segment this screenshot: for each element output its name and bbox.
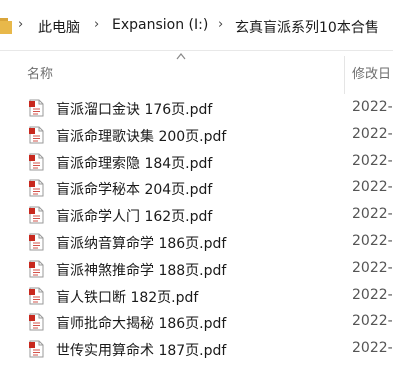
file-date: 2022- — [352, 340, 393, 357]
file-name: 盲派神煞推命学 188页.pdf — [56, 262, 227, 279]
file-date: 2022- — [352, 313, 393, 330]
file-name: 世传实用算命术 187页.pdf — [56, 343, 227, 360]
file-row[interactable]: 盲派命学人门 162页.pdf 2022- — [0, 202, 393, 228]
file-row[interactable]: 盲派命学秘本 204页.pdf 2022- — [0, 175, 393, 201]
file-row[interactable]: 盲派纳音算命学 186页.pdf 2022- — [0, 229, 393, 255]
file-row[interactable]: 盲派命理索隐 184页.pdf 2022- — [0, 149, 393, 175]
file-row[interactable]: 盲派命理歌诀集 200页.pdf 2022- — [0, 122, 393, 148]
pdf-file-icon — [29, 206, 44, 224]
file-date: 2022- — [352, 259, 393, 276]
file-row[interactable]: 盲派神煞推命学 188页.pdf 2022- — [0, 256, 393, 282]
file-date: 2022- — [352, 99, 393, 115]
file-row[interactable]: 盲派溜口金诀 176页.pdf 2022- — [0, 95, 393, 121]
column-name-header[interactable]: 名称 — [27, 63, 53, 82]
breadcrumb-separator-icon: › — [94, 17, 100, 32]
file-name: 盲派命理歌诀集 200页.pdf — [56, 128, 227, 145]
breadcrumb-item-this-pc[interactable]: 此电脑 — [38, 17, 80, 37]
file-date: 2022- — [352, 206, 393, 223]
column-header: 名称 修改日 — [0, 50, 393, 94]
pdf-file-icon — [29, 260, 44, 278]
breadcrumb-separator-icon: › — [218, 17, 224, 32]
file-row[interactable]: 世传实用算命术 187页.pdf 2022- — [0, 336, 393, 362]
pdf-file-icon — [29, 313, 44, 331]
breadcrumb-item-drive[interactable]: Expansion (I:) — [112, 17, 208, 33]
address-bar[interactable]: › 此电脑 › Expansion (I:) › 玄真盲派系列10本合售 — [0, 0, 393, 51]
file-name: 盲人铁口断 182页.pdf — [56, 289, 199, 306]
pdf-file-icon — [29, 340, 44, 358]
file-name: 盲派纳音算命学 186页.pdf — [56, 236, 227, 252]
file-name: 盲派命学秘本 204页.pdf — [56, 182, 213, 199]
pdf-file-icon — [29, 126, 44, 144]
file-name: 盲派溜口金诀 176页.pdf — [56, 102, 213, 118]
breadcrumb-item-folder[interactable]: 玄真盲派系列10本合售 — [235, 17, 379, 37]
file-name: 盲师批命大揭秘 186页.pdf — [56, 316, 227, 333]
pdf-file-icon — [29, 99, 44, 117]
file-date: 2022- — [352, 233, 393, 249]
file-name: 盲派命学人门 162页.pdf — [56, 209, 213, 226]
file-date: 2022- — [352, 286, 393, 303]
sort-up-icon[interactable] — [176, 50, 186, 63]
breadcrumb-separator-icon: › — [18, 17, 24, 32]
pdf-file-icon — [29, 233, 44, 251]
column-divider[interactable] — [344, 56, 345, 94]
pdf-file-icon — [29, 179, 44, 197]
pdf-file-icon — [29, 153, 44, 171]
file-row[interactable]: 盲师批命大揭秘 186页.pdf 2022- — [0, 309, 393, 335]
folder-icon — [0, 18, 12, 34]
pdf-file-icon — [29, 287, 44, 305]
column-date-header[interactable]: 修改日 — [352, 63, 391, 82]
file-row[interactable]: 盲人铁口断 182页.pdf 2022- — [0, 283, 393, 309]
file-date: 2022- — [352, 125, 393, 142]
file-date: 2022- — [352, 179, 393, 196]
file-date: 2022- — [352, 152, 393, 169]
file-name: 盲派命理索隐 184页.pdf — [56, 155, 213, 172]
